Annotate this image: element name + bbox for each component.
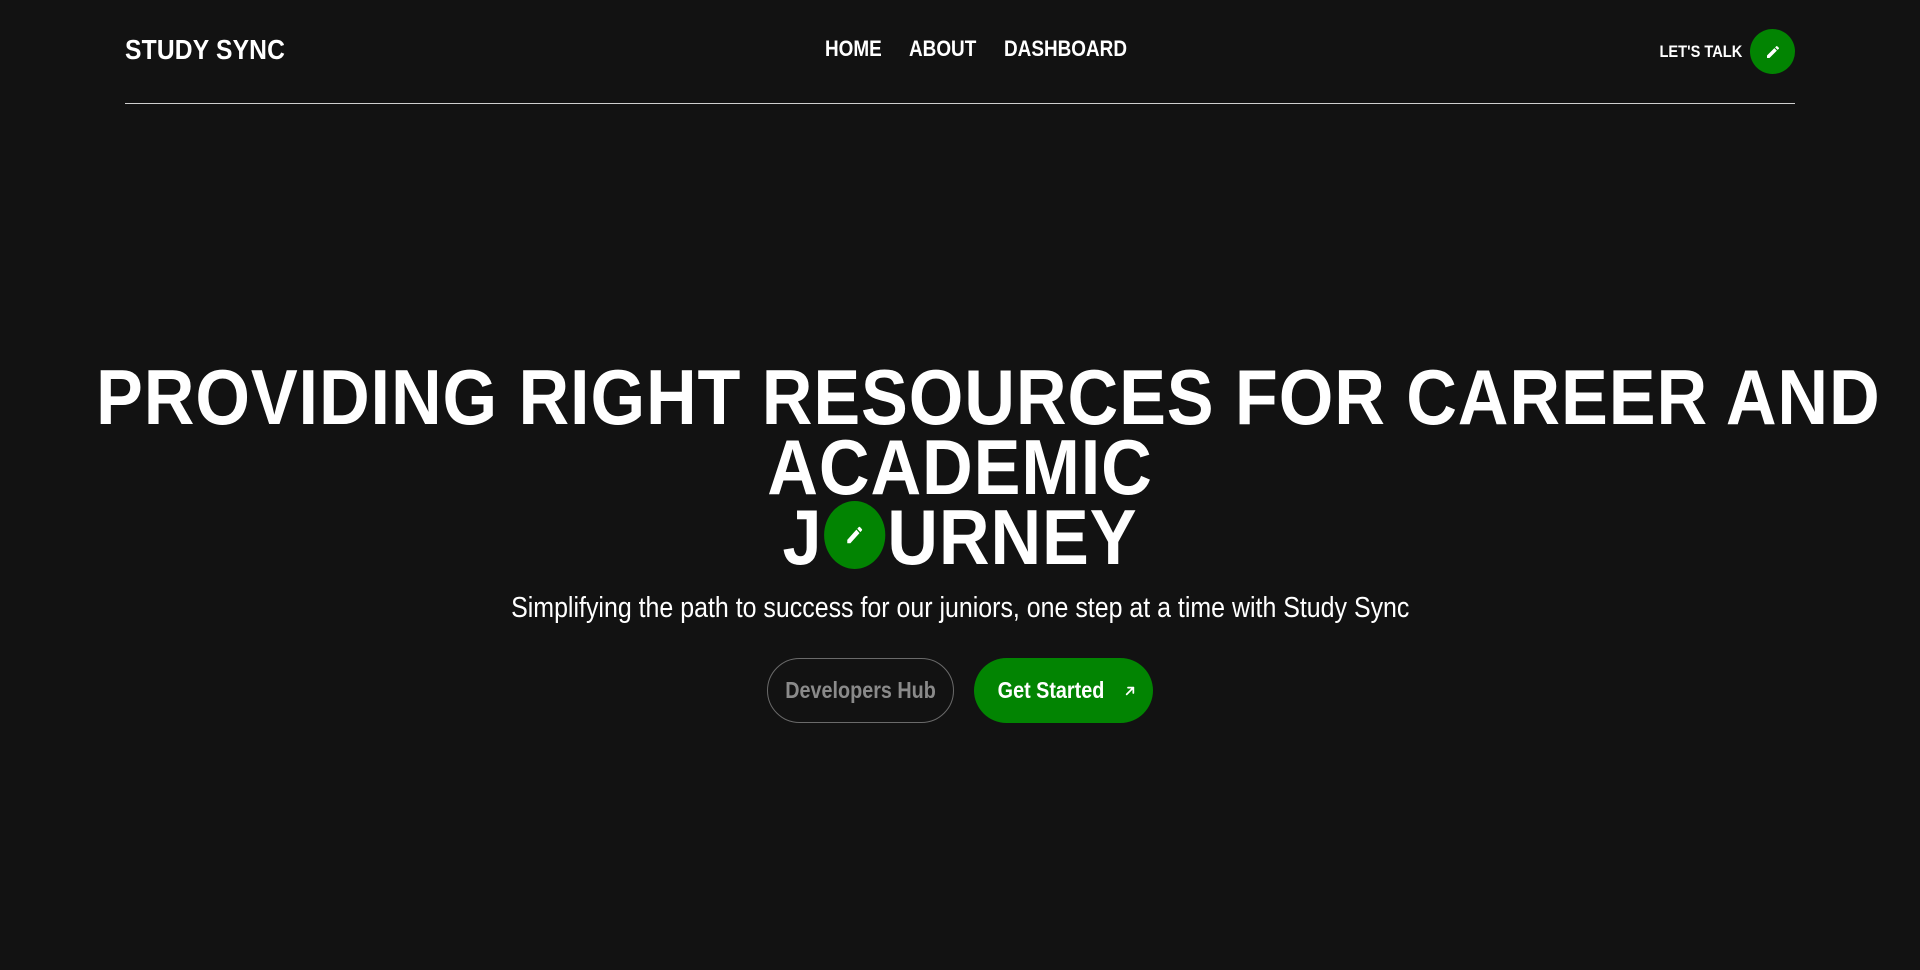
- arrow-up-right-icon: [1126, 686, 1135, 695]
- hero-subtitle: Simplifying the path to success for our …: [0, 592, 1920, 625]
- brand-logo[interactable]: STUDY SYNC: [125, 34, 285, 66]
- hero-subtitle-text: Simplifying the path to success for our …: [510, 592, 1410, 624]
- nav-about[interactable]: ABOUT: [909, 36, 976, 62]
- get-started-button[interactable]: Get Started: [974, 658, 1153, 723]
- lets-talk-button[interactable]: LET'S TALK: [1646, 29, 1795, 74]
- hero-title-line-3: J URNEY: [96, 493, 1824, 581]
- developers-hub-label: Developers Hub: [785, 677, 936, 703]
- site-header: STUDY SYNC HOME ABOUT DASHBOARD LET'S TA…: [125, 0, 1795, 104]
- developers-hub-button[interactable]: Developers Hub: [767, 658, 954, 723]
- lets-talk-label: LET'S TALK: [1659, 41, 1742, 61]
- hero-title-line-2: ACADEMIC: [767, 423, 1153, 511]
- hero-title-urney: URNEY: [887, 493, 1138, 581]
- hero-title: PROVIDING RIGHT RESOURCES FOR CAREER AND…: [0, 353, 1920, 581]
- hero-title-line-1: PROVIDING RIGHT RESOURCES FOR CAREER AND: [96, 353, 1881, 441]
- pencil-icon[interactable]: [824, 501, 886, 569]
- nav-dashboard[interactable]: DASHBOARD: [1004, 36, 1127, 62]
- hero-title-j: J: [782, 493, 823, 581]
- nav-home[interactable]: HOME: [825, 36, 882, 62]
- landing-page: STUDY SYNC HOME ABOUT DASHBOARD LET'S TA…: [0, 0, 1920, 970]
- get-started-label: Get Started: [997, 677, 1104, 703]
- hero-actions: Developers Hub Get Started: [767, 658, 1153, 723]
- pencil-icon[interactable]: [1750, 29, 1795, 74]
